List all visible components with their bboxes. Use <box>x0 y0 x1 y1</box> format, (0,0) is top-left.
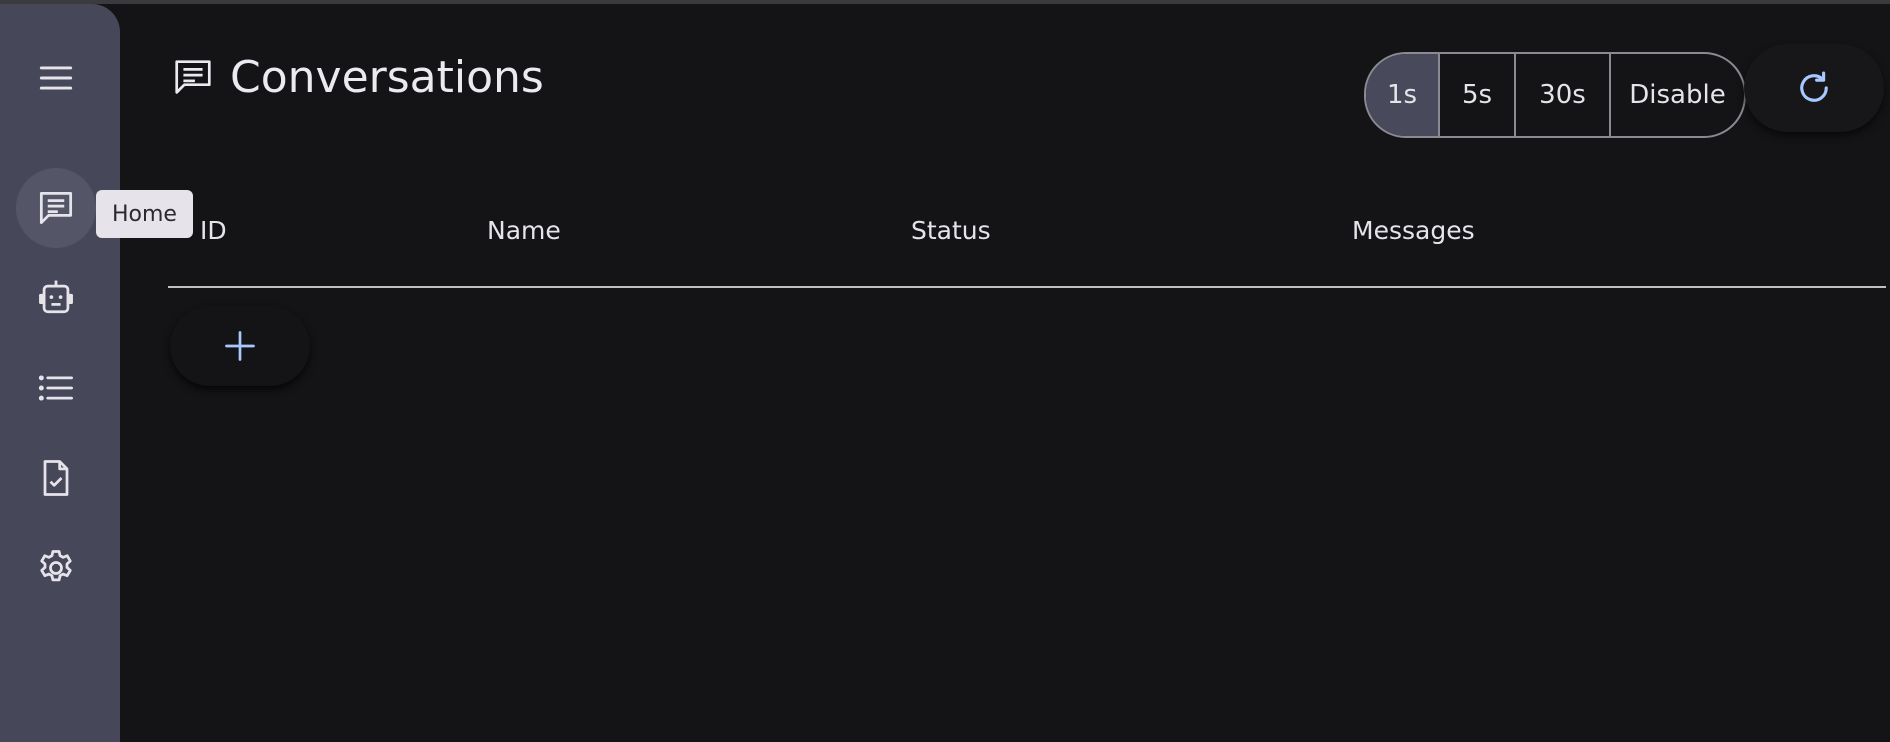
list-icon <box>38 375 73 401</box>
nav-item-home[interactable] <box>16 168 96 248</box>
plus-icon <box>225 331 255 361</box>
column-header-id[interactable]: ID <box>200 216 227 245</box>
refresh-option-1s[interactable]: 1s <box>1366 54 1440 136</box>
chat-icon <box>175 59 211 94</box>
window-top-border <box>0 0 1890 4</box>
refresh-option-5s[interactable]: 5s <box>1440 54 1516 136</box>
refresh-icon <box>1800 71 1828 102</box>
gear-icon <box>40 550 72 582</box>
column-header-name[interactable]: Name <box>487 216 561 245</box>
add-conversation-button[interactable] <box>170 306 310 386</box>
column-header-status[interactable]: Status <box>911 216 991 245</box>
refresh-interval-selector: 1s 5s 30s Disable <box>1364 52 1746 138</box>
column-header-messages[interactable]: Messages <box>1352 216 1475 245</box>
page-title: Conversations <box>170 52 544 103</box>
nav-item-settings[interactable] <box>16 528 96 608</box>
menu-button[interactable] <box>16 38 96 118</box>
refresh-option-30s[interactable]: 30s <box>1516 54 1611 136</box>
chat-icon <box>39 191 73 225</box>
nav-item-list[interactable] <box>16 348 96 428</box>
page-title-text: Conversations <box>230 52 544 103</box>
nav-item-tasks[interactable] <box>16 438 96 518</box>
nav-item-agents[interactable] <box>16 258 96 338</box>
menu-icon <box>39 66 73 90</box>
refresh-option-disable[interactable]: Disable <box>1611 54 1744 136</box>
robot-icon <box>39 280 73 314</box>
refresh-button[interactable] <box>1744 44 1884 132</box>
conversations-table-header: ID Name Status Messages <box>168 206 1886 288</box>
task-file-icon <box>43 460 69 496</box>
navigation-rail <box>0 4 120 742</box>
